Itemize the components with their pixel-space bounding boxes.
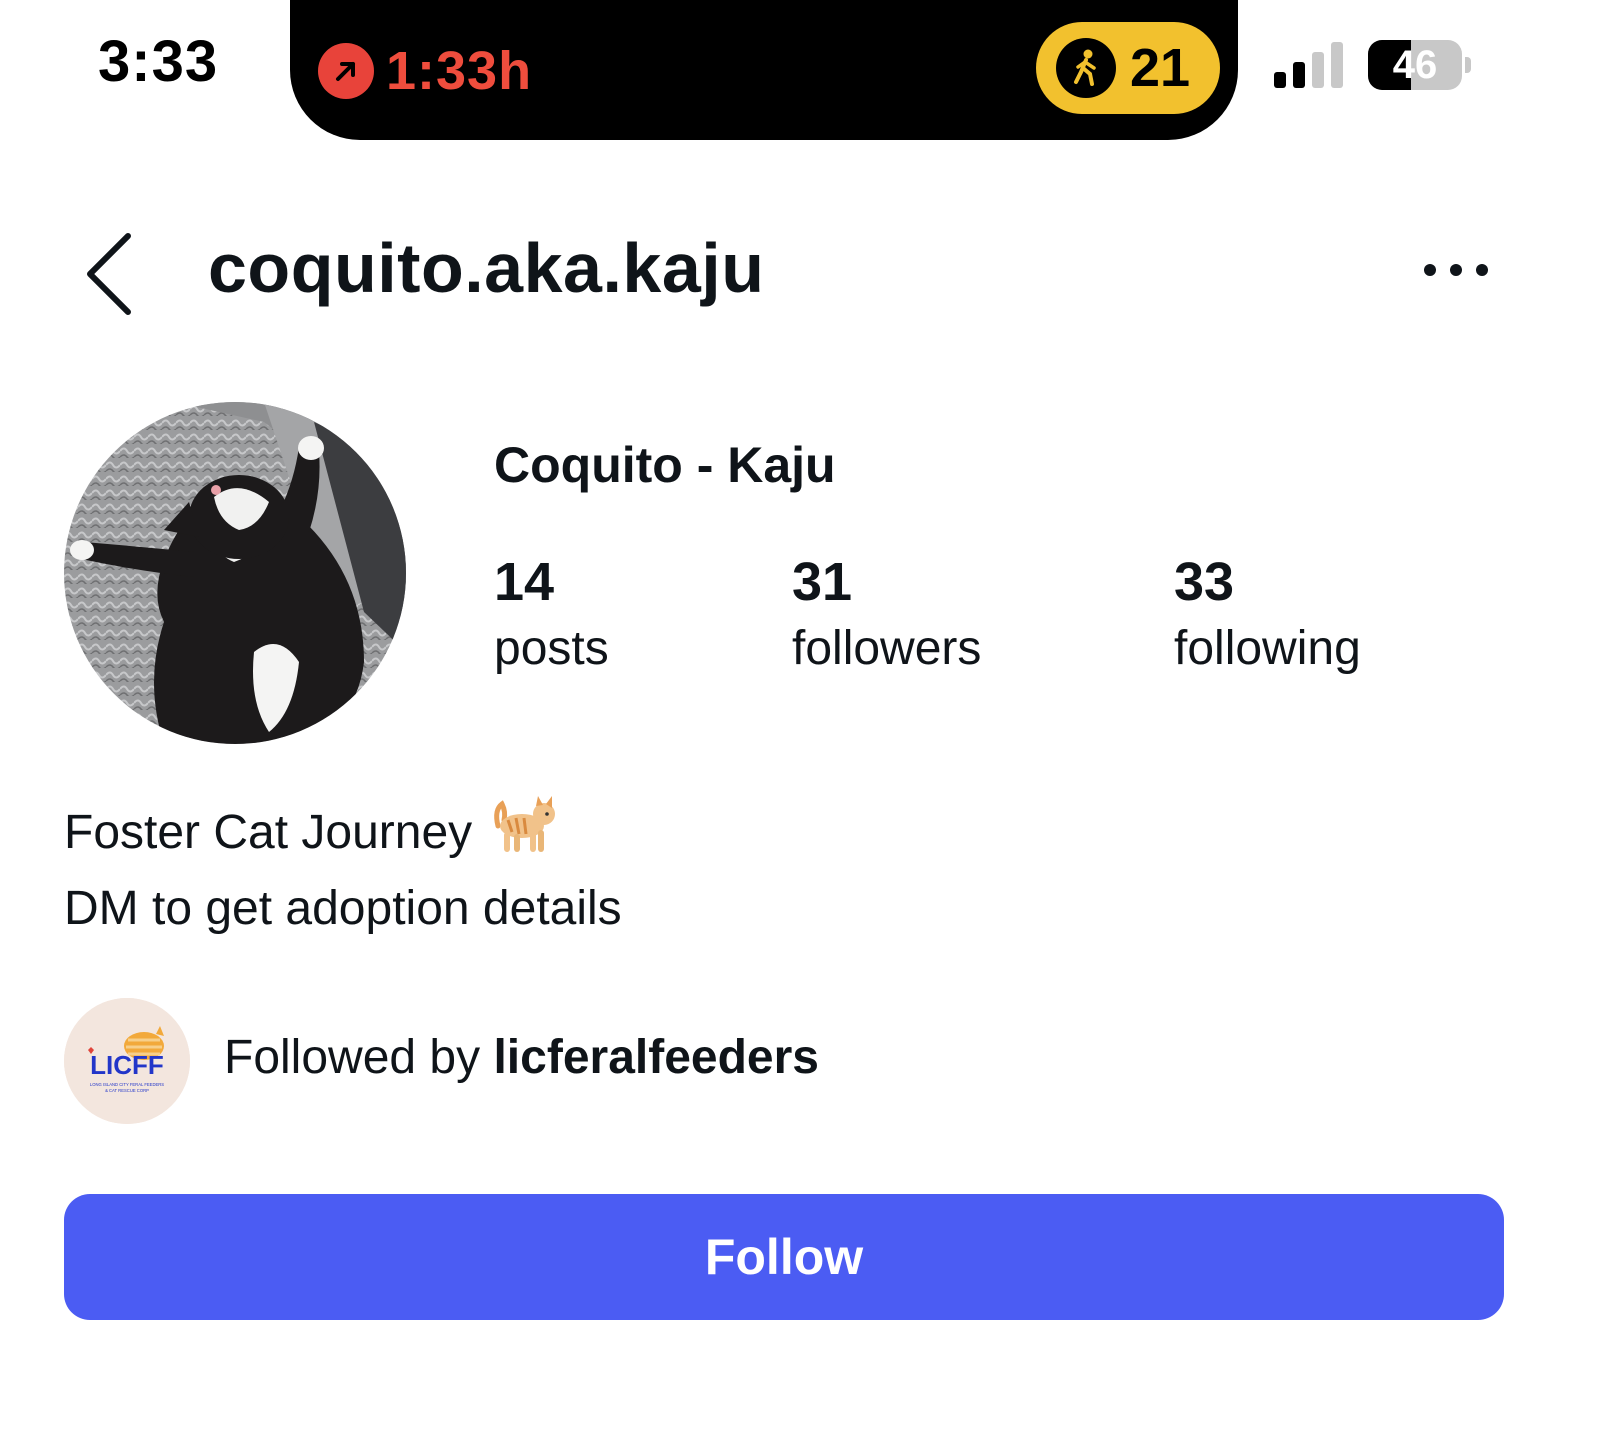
back-button[interactable]	[80, 228, 140, 318]
dynamic-island[interactable]: 1:33h 21	[290, 0, 1238, 140]
followed-by-prefix: Followed by	[224, 1031, 494, 1084]
profile-avatar[interactable]	[64, 402, 406, 744]
profile-username: coquito.aka.kaju	[208, 229, 765, 307]
status-time: 3:33	[98, 29, 219, 94]
posts-label: posts	[494, 622, 609, 675]
following-count: 33	[1174, 552, 1235, 612]
bio-line-2: DM to get adoption details	[64, 882, 622, 935]
more-options-button[interactable]	[1416, 252, 1496, 288]
followed-by-text[interactable]: Followed by licferalfeeders	[224, 1030, 819, 1085]
chevron-left-icon	[87, 233, 131, 315]
cat-photo	[64, 402, 406, 744]
followers-label: followers	[792, 622, 982, 675]
step-count: 21	[1130, 38, 1191, 98]
stat-following[interactable]: 33 following	[1174, 550, 1361, 684]
timer-text: 1:33h	[386, 41, 533, 101]
licff-logo-avatar[interactable]: LICFF LONG ISLAND CITY FERAL FEEDERS & C…	[64, 998, 190, 1124]
svg-text:LICFF: LICFF	[90, 1050, 164, 1080]
timer-activity: 1:33h	[318, 40, 532, 102]
battery-icon: 46	[1368, 40, 1462, 90]
followed-by-account[interactable]: licferalfeeders	[493, 1031, 819, 1084]
svg-text:& CAT RESCUE CORP: & CAT RESCUE CORP	[105, 1088, 149, 1093]
following-label: following	[1174, 622, 1361, 675]
followers-count: 31	[792, 552, 853, 612]
stat-followers[interactable]: 31 followers	[792, 550, 981, 684]
licff-logo: LICFF LONG ISLAND CITY FERAL FEEDERS & C…	[64, 998, 190, 1124]
profile-page: 3:33 1:33h 21 46 coquito.aka.kaju Coquit…	[0, 0, 1600, 1433]
cat-emoji-icon	[490, 790, 560, 875]
bio-line-1: Foster Cat Journey	[64, 790, 622, 875]
cellular-signal-icon	[1274, 42, 1346, 88]
walking-icon	[1056, 38, 1116, 98]
profile-bio: Foster Cat Journey DM to get adoption de…	[64, 790, 622, 943]
display-name: Coquito - Kaju	[494, 437, 836, 493]
more-horizontal-icon	[1424, 264, 1488, 276]
battery-percent: 46	[1392, 43, 1438, 87]
arrow-up-right-icon	[318, 43, 374, 99]
battery-nub	[1465, 57, 1471, 73]
follow-button[interactable]: Follow	[64, 1194, 1504, 1320]
stat-posts[interactable]: 14 posts	[494, 550, 609, 684]
steps-pill: 21	[1036, 22, 1220, 114]
bio-text-1: Foster Cat Journey	[64, 805, 473, 859]
svg-text:LONG ISLAND CITY FERAL FEEDERS: LONG ISLAND CITY FERAL FEEDERS	[90, 1082, 164, 1087]
posts-count: 14	[494, 552, 555, 612]
